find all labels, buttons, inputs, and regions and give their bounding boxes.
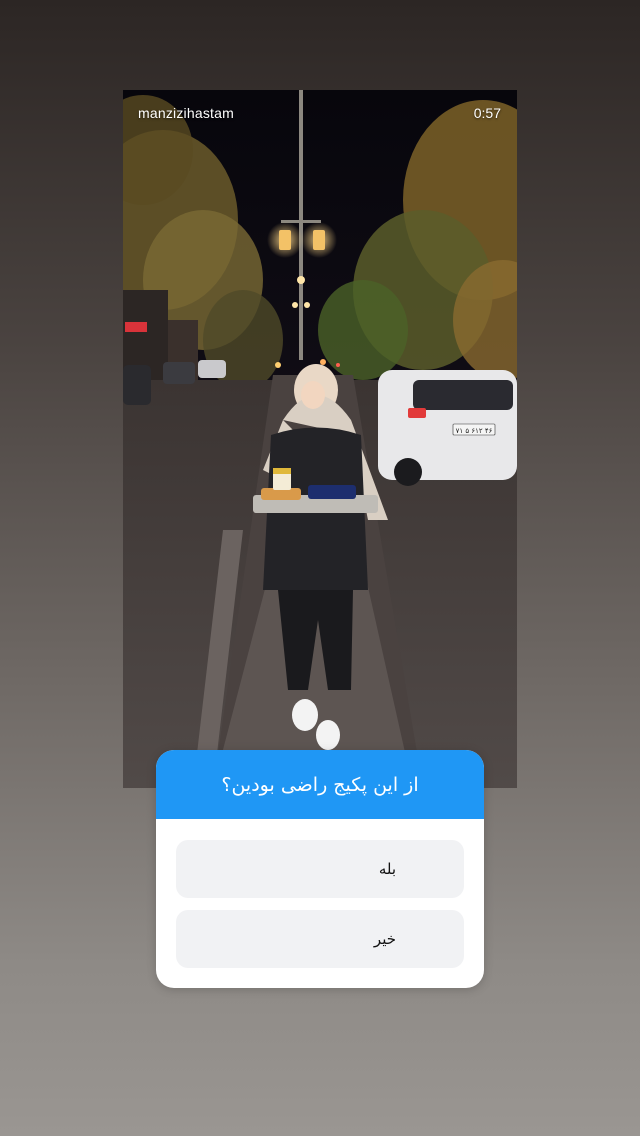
poll-header: از این پکیج راضی بودین؟ xyxy=(156,750,484,819)
story-timer: 0:57 xyxy=(473,105,501,121)
story-media[interactable]: ۷۱ ۵ ۶۱۲ ۴۶ manzizihastam 0:57 xyxy=(123,90,517,788)
poll-option-yes[interactable]: بله xyxy=(176,840,464,898)
license-plate-text: ۷۱ ۵ ۶۱۲ ۴۶ xyxy=(456,427,493,435)
poll-option-label: بله xyxy=(378,860,396,878)
story-video-frame: ۷۱ ۵ ۶۱۲ ۴۶ xyxy=(123,90,517,788)
poll-question: از این پکیج راضی بودین؟ xyxy=(221,773,419,796)
story-username[interactable]: manzizihastam xyxy=(138,105,234,121)
poll-option-label: خیر xyxy=(373,930,396,948)
poll-sticker: از این پکیج راضی بودین؟ بله خیر xyxy=(156,750,484,988)
poll-options: بله خیر xyxy=(156,819,484,968)
white-suv: ۷۱ ۵ ۶۱۲ ۴۶ xyxy=(378,370,517,486)
poll-option-no[interactable]: خیر xyxy=(176,910,464,968)
